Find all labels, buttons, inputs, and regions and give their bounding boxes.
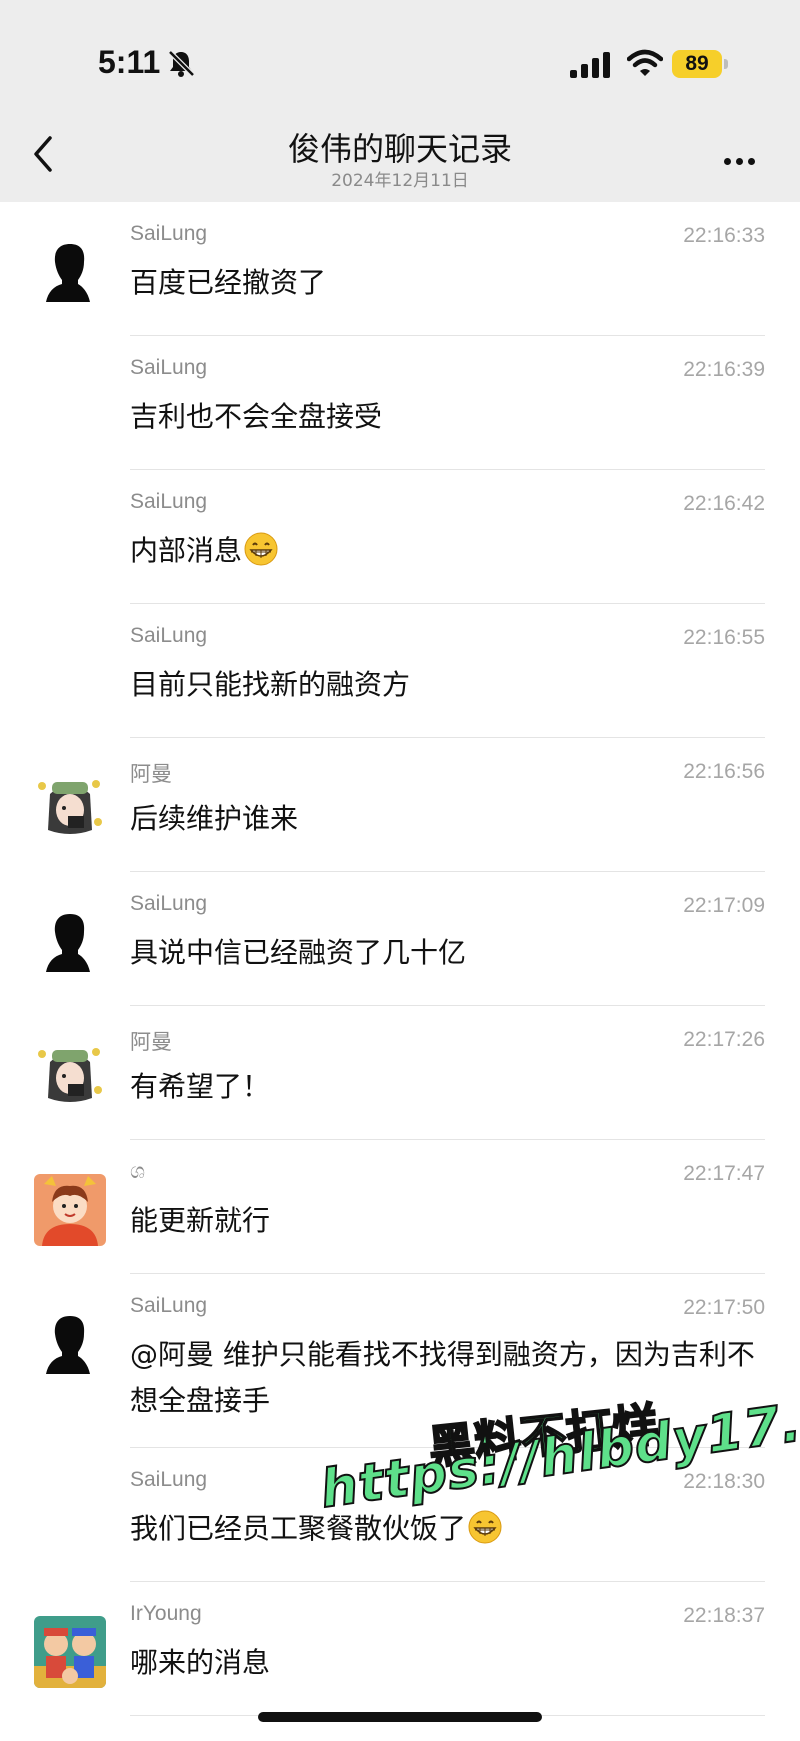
message-sender: 阿曼 [130, 1031, 172, 1054]
message-time: 22:18:37 [683, 1604, 765, 1627]
avatar[interactable] [34, 1616, 106, 1688]
message-sender: SaiLung [130, 1468, 208, 1491]
signal-icon [570, 52, 610, 78]
avatar[interactable] [34, 1174, 106, 1246]
more-button[interactable] [724, 150, 764, 165]
page-subtitle: 2024年12月11日 [331, 171, 469, 191]
battery-indicator: 89 [672, 50, 722, 78]
message-sender: SaiLung [130, 490, 208, 513]
status-time: 5:11 [98, 44, 161, 80]
message-text: @阿曼 维护只能看找不找得到融资方，因为吉利不想全盘接手 [130, 1338, 755, 1417]
grin-emoji-icon [468, 1510, 502, 1544]
chat-message-row[interactable]: SaiLung 22:16:55 目前只能找新的融资方 [0, 604, 800, 738]
avatar[interactable] [34, 236, 106, 308]
message-sender: SaiLung [130, 624, 208, 647]
message-sender: SaiLung [130, 222, 208, 245]
message-text: 有希望了！ [130, 1070, 271, 1103]
chat-message-row[interactable]: ශ 22:17:47 能更新就行 [0, 1140, 800, 1274]
message-body: 我们已经员工聚餐散伙饭了 [130, 1506, 760, 1552]
message-text: 内部消息 [130, 534, 243, 567]
message-time: 22:17:26 [683, 1028, 765, 1051]
message-body: 有希望了！ [130, 1064, 760, 1110]
message-body: 哪来的消息 [130, 1640, 760, 1686]
message-body: 百度已经撤资了 [130, 260, 760, 306]
message-time: 22:16:56 [683, 760, 765, 783]
message-time: 22:17:47 [683, 1162, 765, 1185]
message-time: 22:17:09 [683, 894, 765, 917]
message-time: 22:16:39 [683, 358, 765, 381]
grin-emoji-icon [244, 532, 278, 566]
chat-message-row[interactable]: IrYoung 22:18:37 哪来的消息 [0, 1582, 800, 1716]
chat-message-row[interactable]: SaiLung 22:17:09 具说中信已经融资了几十亿 [0, 872, 800, 1006]
chat-message-row[interactable]: SaiLung 22:16:42 内部消息 [0, 470, 800, 604]
avatar[interactable] [34, 772, 106, 844]
chat-message-row[interactable]: SaiLung 22:16:39 吉利也不会全盘接受 [0, 336, 800, 470]
top-bar: 5:11 89 俊伟的聊天记录 2024年12月11日 [0, 0, 800, 202]
message-body: 吉利也不会全盘接受 [130, 394, 760, 440]
chat-message-row[interactable]: 阿曼 22:17:26 有希望了！ [0, 1006, 800, 1140]
message-text: 哪来的消息 [130, 1646, 271, 1679]
home-indicator [258, 1712, 542, 1722]
message-time: 22:16:33 [683, 224, 765, 247]
message-text: 具说中信已经融资了几十亿 [130, 936, 467, 969]
message-sender: 阿曼 [130, 763, 172, 786]
chat-message-row[interactable]: 阿曼 22:16:56 后续维护谁来 [0, 738, 800, 872]
message-text: 百度已经撤资了 [130, 266, 327, 299]
chat-message-row[interactable]: SaiLung 22:16:33 百度已经撤资了 [0, 202, 800, 336]
message-time: 22:16:55 [683, 626, 765, 649]
wifi-icon [627, 49, 663, 76]
avatar[interactable] [34, 906, 106, 978]
message-sender: SaiLung [130, 1294, 208, 1317]
message-text: 后续维护谁来 [130, 802, 299, 835]
message-sender: ශ [130, 1160, 146, 1183]
message-text: 吉利也不会全盘接受 [130, 400, 383, 433]
avatar[interactable] [34, 1308, 106, 1380]
message-body: 目前只能找新的融资方 [130, 662, 760, 708]
message-text: 能更新就行 [130, 1204, 271, 1237]
message-body: 内部消息 [130, 528, 760, 574]
message-time: 22:17:50 [683, 1296, 765, 1319]
message-sender: IrYoung [130, 1602, 202, 1625]
message-text: 我们已经员工聚餐散伙饭了 [130, 1512, 467, 1545]
message-sender: SaiLung [130, 892, 208, 915]
message-text: 目前只能找新的融资方 [130, 668, 411, 701]
message-body: 能更新就行 [130, 1198, 760, 1244]
message-sender: SaiLung [130, 356, 208, 379]
bell-off-icon [168, 50, 195, 77]
message-time: 22:16:42 [683, 492, 765, 515]
battery-tip [724, 59, 728, 69]
message-body: 具说中信已经融资了几十亿 [130, 930, 760, 976]
message-body: 后续维护谁来 [130, 796, 760, 842]
page-title: 俊伟的聊天记录 [287, 130, 512, 168]
message-time: 22:18:30 [683, 1470, 765, 1493]
avatar[interactable] [34, 1040, 106, 1112]
